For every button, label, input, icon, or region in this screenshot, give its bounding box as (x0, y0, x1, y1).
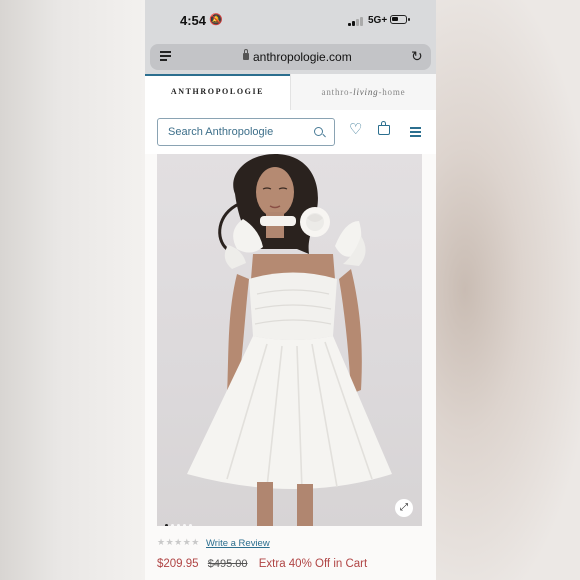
status-bar: 4:54 🔕 5G+ (145, 0, 436, 42)
clock: 4:54 (180, 13, 207, 28)
reader-icon[interactable] (160, 51, 171, 61)
expand-image-icon[interactable]: ⤢ (395, 499, 413, 517)
product-image[interactable]: ⤢ (157, 154, 422, 526)
network-type: 5G+ (368, 15, 388, 26)
tab-anthropologie[interactable]: ANTHROPOLOGIE (145, 74, 290, 110)
tab-living-prefix: anthro- (321, 87, 354, 97)
search-icon[interactable] (314, 127, 323, 136)
pagination-dot[interactable] (165, 524, 168, 526)
reload-icon[interactable]: ↻ (411, 48, 423, 65)
background-right (436, 0, 580, 580)
promo-text: Extra 40% Off in Cart (258, 558, 368, 570)
battery-icon (390, 15, 410, 24)
price-row: $209.95 $495.00 Extra 40% Off in Cart (157, 558, 367, 570)
write-review-link[interactable]: Write a Review (206, 538, 270, 549)
search-row: Search Anthropologie ♡ (145, 110, 436, 154)
pagination-dot[interactable] (189, 524, 192, 526)
url-text[interactable]: anthropologie.com (253, 50, 352, 64)
tab-living-suffix: -home (378, 87, 406, 97)
pagination-dot[interactable] (177, 524, 180, 526)
lock-icon (243, 49, 249, 60)
dress-model-illustration (187, 154, 392, 526)
signal-icon (348, 16, 364, 26)
original-price: $495.00 (207, 558, 248, 570)
site-switcher: ANTHROPOLOGIE anthro-living-home (145, 74, 436, 111)
sale-price: $209.95 (157, 558, 199, 570)
silent-bell-icon: 🔕 (209, 14, 223, 26)
browser-address-area: anthropologie.com ↻ (145, 42, 436, 74)
image-pagination (165, 514, 195, 526)
shopping-bag-icon[interactable] (378, 121, 390, 135)
address-bar[interactable]: anthropologie.com ↻ (150, 44, 431, 70)
pagination-dot[interactable] (171, 524, 174, 526)
background-left (0, 0, 145, 580)
tab-anthro-living[interactable]: anthro-living-home (290, 74, 436, 110)
star-rating: ★★★★★ (157, 537, 200, 547)
search-input[interactable]: Search Anthropologie (157, 118, 335, 146)
tab-living-script: living (353, 87, 379, 97)
pagination-dot[interactable] (183, 524, 186, 526)
search-placeholder: Search Anthropologie (168, 126, 274, 138)
wishlist-heart-icon[interactable]: ♡ (349, 122, 362, 137)
phone-screen: 4:54 🔕 5G+ anthropologie.com ↻ ANTHROPOL… (145, 0, 436, 580)
hamburger-menu-icon[interactable] (410, 127, 421, 137)
